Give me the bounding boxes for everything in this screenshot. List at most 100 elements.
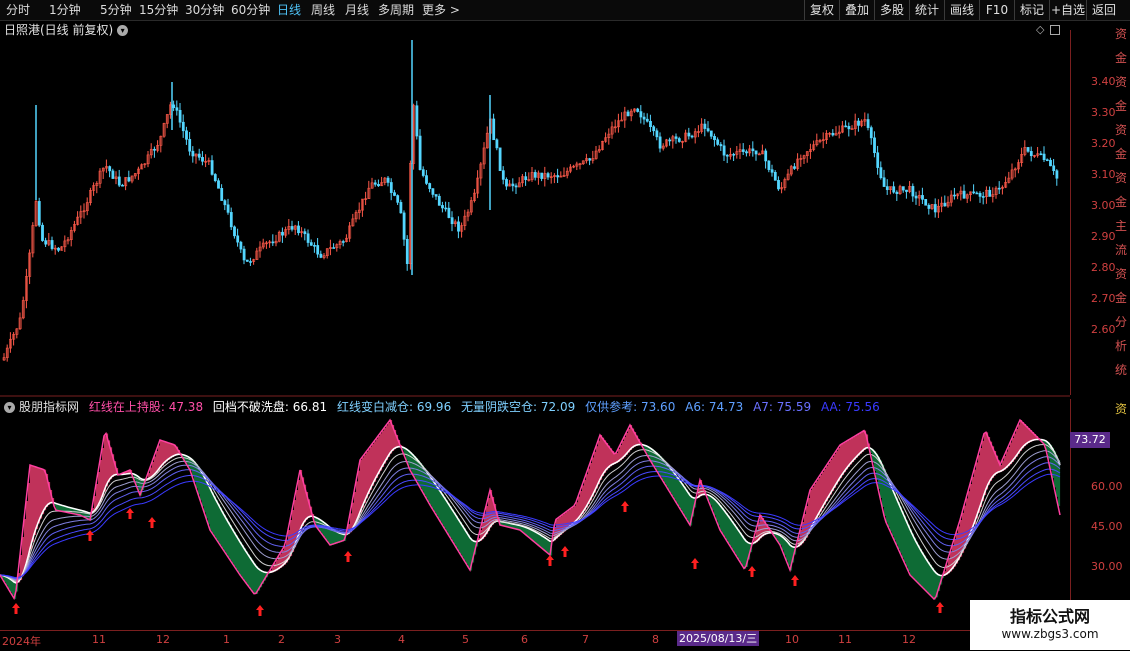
legend-value: 66.81 xyxy=(292,400,328,414)
candle-body xyxy=(127,177,131,182)
indicator-fill xyxy=(244,548,247,581)
up-arrow-icon xyxy=(691,558,699,569)
candle-body xyxy=(281,231,284,236)
candle-body xyxy=(121,184,124,187)
indicator-fill xyxy=(976,462,979,519)
indicator-fill xyxy=(104,436,107,492)
candle-body xyxy=(389,182,393,193)
candle-body xyxy=(847,126,851,130)
chart-canvas xyxy=(0,40,1070,616)
candle-body xyxy=(658,136,662,149)
indicator-fill xyxy=(602,437,605,477)
indicator-fill xyxy=(42,469,45,515)
indicator-fill xyxy=(442,494,445,525)
candle-body xyxy=(767,160,771,170)
time-tick: 6 xyxy=(521,633,528,646)
candle-body xyxy=(450,217,454,225)
indicator-fill xyxy=(816,481,819,519)
legend-value: 74.73 xyxy=(708,400,744,414)
legend-empty: 无量阴跌空仓: 72.09 xyxy=(461,400,575,414)
indicator-fill xyxy=(682,483,685,513)
indicator-fill xyxy=(30,465,33,550)
indicator-fill xyxy=(372,444,375,486)
candle-body xyxy=(175,107,179,111)
candle-body xyxy=(997,187,1001,190)
time-tick: 12 xyxy=(902,633,916,646)
price-axis: 3.40 3.30 3.20 3.10 3.00 2.90 2.80 2.70 … xyxy=(1070,30,1116,395)
up-arrow-icon xyxy=(148,517,156,528)
candle-body xyxy=(428,183,432,189)
indicator-fill xyxy=(1020,420,1023,451)
indicator-fill xyxy=(674,472,677,500)
indicator-fill xyxy=(824,469,827,505)
indicator-fill xyxy=(468,534,471,568)
indicator-fill xyxy=(988,437,991,485)
indicator-fill xyxy=(604,440,607,473)
candle-body xyxy=(626,111,630,117)
indicator-fill xyxy=(724,510,727,537)
indicator-fill xyxy=(686,489,689,519)
candle-body xyxy=(1026,147,1030,152)
indicator-fill xyxy=(720,505,723,531)
legend-value: 75.56 xyxy=(845,400,880,414)
indicator-fill xyxy=(814,484,817,523)
candle-body xyxy=(511,183,515,187)
indicator-fill xyxy=(838,448,841,482)
candle-body xyxy=(645,118,649,122)
indicator-fill xyxy=(848,440,851,467)
candle-body xyxy=(981,196,985,198)
watermark: 指标公式网 www.zbgs3.com xyxy=(970,600,1130,650)
back-button[interactable]: 返回 xyxy=(1086,0,1121,20)
side-char: 资 xyxy=(1115,402,1128,416)
indicator-fill xyxy=(370,446,373,490)
indicator-fill xyxy=(986,432,989,490)
time-tick: 7 xyxy=(582,633,589,646)
indicator-fill xyxy=(726,512,729,541)
indicator-fill xyxy=(362,457,365,508)
candle-body xyxy=(924,199,928,206)
time-tick: 11 xyxy=(92,633,106,646)
candle-body xyxy=(652,126,656,132)
side-char: 金 xyxy=(1115,51,1128,65)
candle-body xyxy=(213,174,217,182)
indicator-fill xyxy=(224,514,227,552)
candle-body xyxy=(901,186,905,191)
legend-label: A6: xyxy=(685,400,706,414)
candle-body xyxy=(444,207,448,210)
indicator-fill xyxy=(830,460,833,495)
indicator-fill xyxy=(914,537,917,580)
candle-body xyxy=(642,116,646,120)
candle-body xyxy=(245,259,249,262)
indicator-fill xyxy=(890,483,893,532)
up-arrow-icon xyxy=(561,546,569,557)
indicator-fill xyxy=(214,496,217,537)
candle-body xyxy=(1042,153,1046,160)
indicator-fill xyxy=(228,521,231,558)
candle-body xyxy=(44,240,48,245)
indicator-fill xyxy=(928,561,931,594)
indicator-fill xyxy=(386,425,389,461)
candle-body xyxy=(1052,165,1056,172)
candle-body xyxy=(373,182,377,185)
indicator-fill xyxy=(922,552,925,588)
chevron-down-icon[interactable]: ▾ xyxy=(4,402,15,413)
indicator-fill xyxy=(226,518,229,555)
side-panel-lower: 资 xyxy=(1112,398,1130,628)
indicator-fill xyxy=(1024,424,1027,447)
time-tick: 2024年 xyxy=(2,635,41,648)
candle-body xyxy=(415,105,419,137)
indicator-fill xyxy=(234,531,237,567)
indicator-fill xyxy=(592,457,595,497)
candle-body xyxy=(249,261,252,263)
indicator-fill xyxy=(218,503,221,543)
indicator-fill xyxy=(812,487,815,527)
candle-body xyxy=(732,153,736,156)
indicator-fill xyxy=(600,435,603,480)
candle-body xyxy=(844,125,848,128)
indicator-fill xyxy=(730,518,733,547)
indicator-fill xyxy=(828,463,831,498)
candle-body xyxy=(745,151,748,154)
indicator-fill xyxy=(198,466,201,495)
legend-value: 69.96 xyxy=(416,400,452,414)
candle-body xyxy=(153,148,156,151)
